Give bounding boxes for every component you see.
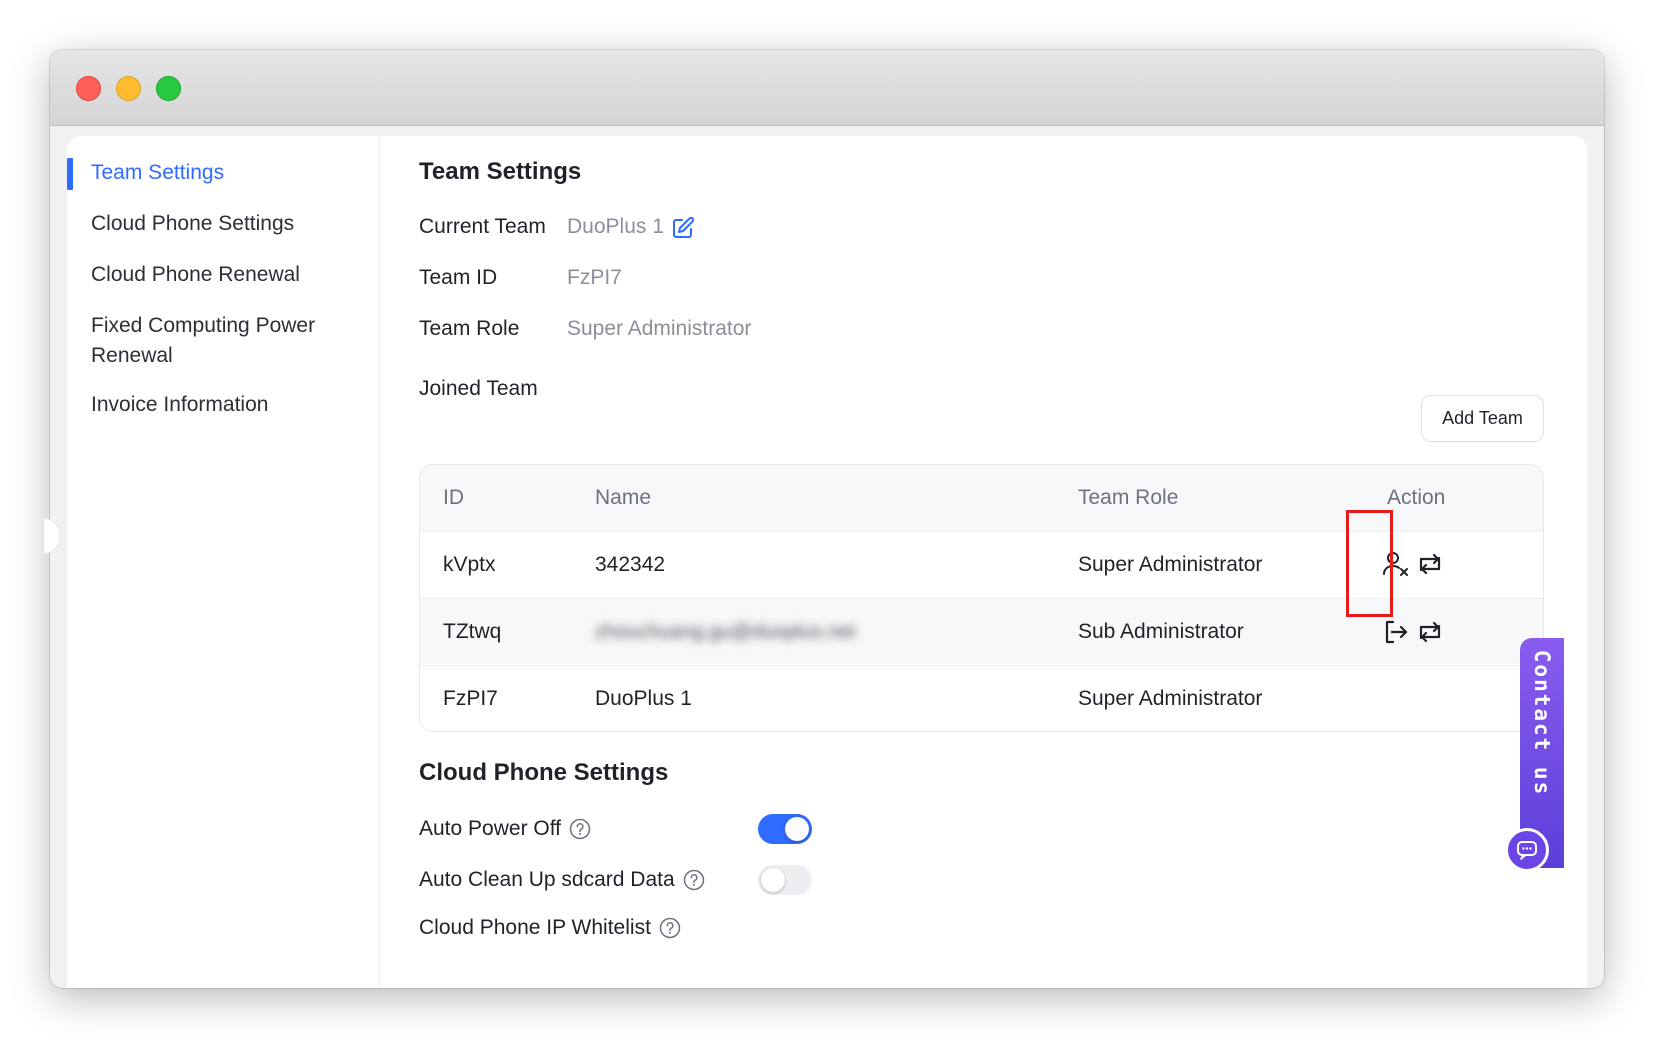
switch-icon[interactable] [1416,618,1444,646]
joined-team-table: ID Name Team Role Action kVptx 342342 Su… [419,464,1544,732]
section-title-team-settings: Team Settings [419,158,582,185]
auto-power-off-label: Auto Power Off [419,817,562,840]
column-header-role: Team Role [1078,486,1179,509]
toggle-knob [761,868,785,892]
row-name: 342342 [595,553,666,576]
minimize-window-button[interactable] [116,76,141,101]
title-bar [50,50,1604,126]
current-team-label: Current Team [419,215,546,238]
auto-clean-label: Auto Clean Up sdcard Data [419,868,675,891]
table-header: ID Name Team Role Action [420,465,1543,531]
exit-team-icon[interactable] [1382,618,1410,646]
row-id: TZtwq [443,620,502,643]
row-name-blurred: zhouchuang.gu@duoplus.net [595,620,856,643]
team-role-label: Team Role [419,317,520,340]
help-icon[interactable] [683,869,705,891]
row-role: Super Administrator [1078,687,1263,710]
current-team-value: DuoPlus 1 [567,215,664,238]
row-role: Sub Administrator [1078,620,1244,643]
contact-us-label: Contact us [1530,649,1554,797]
sidebar-item-cloud-phone-renewal[interactable]: Cloud Phone Renewal [67,260,380,290]
help-icon[interactable] [659,917,681,939]
column-header-name: Name [595,486,652,509]
remove-user-icon[interactable] [1382,550,1410,578]
team-id-value: FzPI7 [567,266,622,289]
contact-us-text: Contact us [1520,638,1564,808]
sidebar-item-fixed-computing-power-renewal[interactable]: Fixed Computing Power Renewal [67,311,357,371]
chat-icon[interactable] [1505,828,1549,872]
edit-icon[interactable] [671,216,695,240]
auto-power-off-toggle[interactable] [758,814,812,844]
column-header-action: Action [1387,486,1446,509]
table-row: kVptx 342342 Super Administrator [420,531,1543,597]
ip-whitelist-setting: Cloud Phone IP Whitelist [419,916,681,940]
help-icon[interactable] [569,818,591,840]
app-window: Team Settings Cloud Phone Settings Cloud… [50,50,1604,988]
team-id-label: Team ID [419,266,498,289]
sidebar: Team Settings Cloud Phone Settings Cloud… [67,136,380,988]
ip-whitelist-label: Cloud Phone IP Whitelist [419,916,651,939]
content-panel: Team Settings Cloud Phone Settings Cloud… [67,136,1587,988]
row-name: DuoPlus 1 [595,687,692,710]
auto-clean-setting: Auto Clean Up sdcard Data [419,868,705,892]
row-id: FzPI7 [443,687,498,710]
maximize-window-button[interactable] [156,76,181,101]
auto-clean-toggle[interactable] [758,865,812,895]
chat-bubble-icon [1517,841,1537,860]
table-row: TZtwq zhouchuang.gu@duoplus.net Sub Admi… [420,598,1543,664]
row-role: Super Administrator [1078,553,1263,576]
close-window-button[interactable] [76,76,101,101]
column-header-id: ID [443,486,464,509]
toggle-knob [785,817,809,841]
row-id: kVptx [443,553,496,576]
main-content: Team Settings Current Team DuoPlus 1 Tea… [419,136,1587,988]
sidebar-item-label: Cloud Phone Renewal [91,263,300,286]
team-role-value: Super Administrator [567,317,752,340]
sidebar-item-label: Invoice Information [91,393,269,416]
sidebar-item-label: Cloud Phone Settings [91,212,295,235]
section-title-cloud-phone-settings: Cloud Phone Settings [419,759,669,786]
joined-team-label: Joined Team [419,377,538,400]
sidebar-item-invoice-information[interactable]: Invoice Information [67,390,380,420]
switch-icon[interactable] [1416,550,1444,578]
table-row: FzPI7 DuoPlus 1 Super Administrator [420,665,1543,731]
add-team-button[interactable]: Add Team [1421,395,1544,442]
sidebar-item-label: Team Settings [91,161,225,184]
sidebar-item-cloud-phone-settings[interactable]: Cloud Phone Settings [67,209,380,239]
auto-power-off-setting: Auto Power Off [419,817,591,841]
sidebar-item-label: Fixed Computing Power Renewal [91,314,316,367]
sidebar-item-team-settings[interactable]: Team Settings [67,158,380,190]
